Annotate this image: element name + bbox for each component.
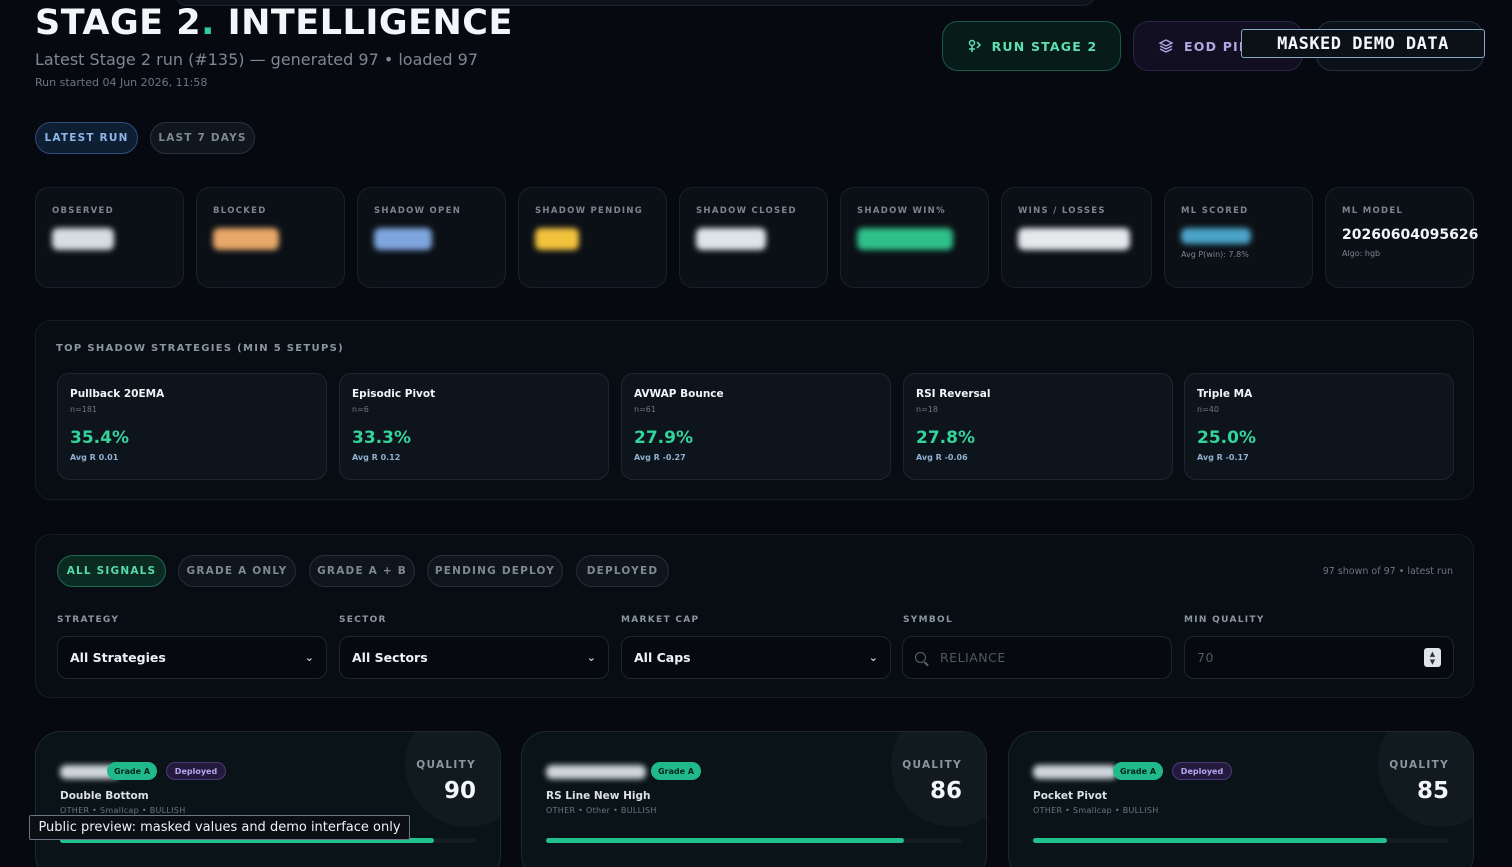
strategy-select[interactable]: All Strategies ⌄ — [57, 636, 327, 679]
quality-bar-fill — [546, 838, 904, 843]
strategy-card[interactable]: Pullback 20EMA n=181 35.4% Avg R 0.01 — [57, 373, 327, 480]
masked-value — [1181, 228, 1251, 244]
masked-value — [52, 228, 114, 250]
layers-icon — [1158, 39, 1174, 53]
chevron-down-icon: ⌄ — [304, 651, 314, 664]
filter-grade-a-b[interactable]: GRADE A + B — [309, 555, 415, 587]
stat-ml-model: ML MODEL 20260604095626 Algo: hgb — [1325, 187, 1479, 288]
filter-grade-a-only[interactable]: GRADE A ONLY — [178, 555, 296, 587]
signal-filters-panel: ALL SIGNALS GRADE A ONLY GRADE A + B PEN… — [35, 534, 1474, 698]
sector-select[interactable]: All Sectors ⌄ — [339, 636, 609, 679]
market-cap-label: MARKET CAP — [621, 615, 700, 625]
quality-score: 86 — [929, 778, 962, 804]
min-quality-label: MIN QUALITY — [1184, 615, 1265, 625]
signal-strategy: Pocket Pivot — [1033, 790, 1108, 802]
chevron-down-icon: ⌄ — [868, 651, 878, 664]
ml-model-algo: Algo: hgb — [1342, 249, 1381, 258]
signal-meta: OTHER • Smallcap • BULLISH — [1033, 806, 1159, 815]
masked-value — [1018, 228, 1130, 250]
masked-symbol — [1033, 765, 1117, 779]
run-icon — [968, 39, 981, 52]
strategy-card[interactable]: AVWAP Bounce n=61 27.9% Avg R -0.27 — [621, 373, 891, 480]
shown-count: 97 shown of 97 • latest run — [1322, 566, 1453, 577]
signal-card[interactable]: Grade A Deployed QUALITY 90 Double Botto… — [35, 731, 501, 867]
top-strategies-panel: TOP SHADOW STRATEGIES (MIN 5 SETUPS) Pul… — [35, 320, 1474, 500]
stat-shadow-pending: SHADOW PENDING — [518, 187, 667, 288]
market-cap-select[interactable]: All Caps ⌄ — [621, 636, 891, 679]
masked-value — [696, 228, 766, 250]
grade-badge: Grade A — [1113, 762, 1163, 780]
masked-value — [535, 228, 579, 250]
quality-label: QUALITY — [902, 759, 962, 771]
signal-card[interactable]: Grade A Deployed QUALITY 85 Pocket Pivot… — [1008, 731, 1474, 867]
stat-ml-scored: ML SCORED Avg P(win): 7.8% — [1164, 187, 1313, 288]
stat-observed: OBSERVED — [35, 187, 184, 288]
page-header: STAGE 2. INTELLIGENCE Latest Stage 2 run… — [35, 2, 513, 89]
run-stage-2-button[interactable]: RUN STAGE 2 — [942, 21, 1121, 71]
strategy-card[interactable]: Episodic Pivot n=6 33.3% Avg R 0.12 — [339, 373, 609, 480]
strategy-label: STRATEGY — [57, 615, 120, 625]
signal-strategy: Double Bottom — [60, 790, 149, 802]
quality-score: 85 — [1416, 778, 1449, 804]
deployed-badge: Deployed — [166, 762, 226, 780]
stat-shadow-win: SHADOW WIN% — [840, 187, 989, 288]
quality-bar — [1033, 838, 1449, 843]
masked-value — [857, 228, 953, 250]
quality-bar — [546, 838, 962, 843]
search-icon — [915, 652, 926, 663]
filter-pending-deploy[interactable]: PENDING DEPLOY — [427, 555, 563, 587]
page-title: STAGE 2. INTELLIGENCE — [35, 3, 513, 43]
quantity-stepper[interactable]: ▲ ▼ — [1424, 648, 1441, 667]
grade-badge: Grade A — [651, 762, 701, 780]
stat-wins-losses: WINS / LOSSES — [1001, 187, 1152, 288]
chevron-down-icon: ⌄ — [586, 651, 596, 664]
masked-value — [374, 228, 432, 250]
quality-label: QUALITY — [1389, 759, 1449, 771]
signal-card[interactable]: Grade A QUALITY 86 RS Line New High OTHE… — [521, 731, 987, 867]
quality-label: QUALITY — [416, 759, 476, 771]
filter-deployed[interactable]: DEPLOYED — [576, 555, 669, 587]
sector-label: SECTOR — [339, 615, 387, 625]
stat-shadow-open: SHADOW OPEN — [357, 187, 506, 288]
run-started-time: Run started 04 Jun 2026, 11:58 — [35, 76, 208, 89]
filter-all-signals[interactable]: ALL SIGNALS — [57, 555, 166, 587]
ml-model-id: 20260604095626 — [1342, 227, 1479, 243]
top-strategies-title: TOP SHADOW STRATEGIES (MIN 5 SETUPS) — [56, 343, 344, 354]
min-quality-input[interactable]: 70 ▲ ▼ — [1184, 636, 1454, 679]
signal-meta: OTHER • Smallcap • BULLISH — [60, 806, 186, 815]
strategy-card[interactable]: Triple MA n=40 25.0% Avg R -0.17 — [1184, 373, 1454, 480]
deployed-badge: Deployed — [1172, 762, 1232, 780]
quality-bar-fill — [1033, 838, 1387, 843]
masked-value — [213, 228, 279, 250]
stat-shadow-closed: SHADOW CLOSED — [679, 187, 828, 288]
quality-score: 90 — [443, 778, 476, 804]
tab-latest-run[interactable]: LATEST RUN — [35, 122, 138, 154]
tab-last-7-days[interactable]: LAST 7 DAYS — [150, 122, 255, 154]
symbol-search-input[interactable]: RELIANCE — [902, 636, 1172, 679]
public-preview-tooltip: Public preview: masked values and demo i… — [29, 815, 410, 840]
grade-badge: Grade A — [107, 762, 157, 780]
symbol-label: SYMBOL — [903, 615, 954, 625]
signal-meta: OTHER • Other • BULLISH — [546, 806, 657, 815]
avg-pwin: Avg P(win): 7.8% — [1181, 250, 1249, 259]
signal-strategy: RS Line New High — [546, 790, 651, 802]
run-summary: Latest Stage 2 run (#135) — generated 97… — [35, 50, 478, 69]
strategy-card[interactable]: RSI Reversal n=18 27.8% Avg R -0.06 — [903, 373, 1173, 480]
stat-blocked: BLOCKED — [196, 187, 345, 288]
masked-symbol — [546, 765, 646, 779]
masked-demo-banner: MASKED DEMO DATA — [1241, 29, 1485, 58]
